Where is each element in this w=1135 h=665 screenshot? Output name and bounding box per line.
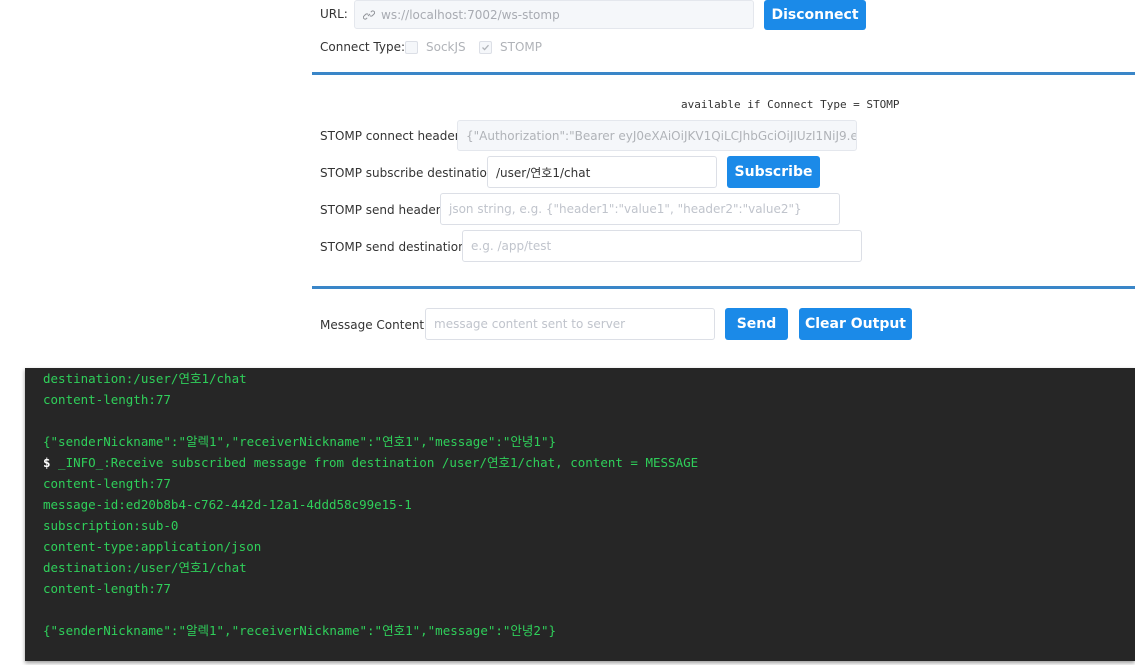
console-line: content-type:application/json: [43, 539, 262, 554]
stomp-checkbox[interactable]: [479, 41, 492, 54]
clear-output-button[interactable]: Clear Output: [799, 308, 912, 340]
sockjs-checkbox[interactable]: [405, 41, 418, 54]
disconnect-button[interactable]: Disconnect: [764, 0, 866, 30]
subscribe-button[interactable]: Subscribe: [727, 156, 820, 188]
console-line: content-length:77: [43, 476, 171, 491]
url-label: URL:: [320, 7, 348, 21]
link-icon: [363, 9, 375, 21]
stomp-availability-note: available if Connect Type = STOMP: [681, 98, 900, 111]
send-button[interactable]: Send: [725, 308, 788, 340]
console-line: {"senderNickname":"알렉1","receiverNicknam…: [43, 434, 557, 449]
console-line: {"senderNickname":"알렉1","receiverNicknam…: [43, 623, 557, 638]
stomp-send-destination-label: STOMP send destination:: [320, 240, 470, 254]
stomp-subscribe-destination-label: STOMP subscribe destination:: [320, 166, 499, 180]
url-input[interactable]: ws://localhost:7002/ws-stomp: [354, 0, 754, 29]
section-divider: [312, 72, 1135, 75]
url-value: ws://localhost:7002/ws-stomp: [381, 7, 560, 22]
console-line: subscription:sub-0: [43, 518, 179, 533]
console-line: content-length:77: [43, 392, 171, 407]
stomp-connect-header-value: {"Authorization":"Bearer eyJ0eXAiOiJKV1Q…: [466, 128, 857, 143]
stomp-send-header-input[interactable]: json string, e.g. {"header1":"value1", "…: [440, 193, 840, 225]
console-line: destination:/user/연호1/chat: [43, 560, 247, 575]
stomp-send-header-label: STOMP send header:: [320, 203, 445, 217]
message-content-label: Message Content:: [320, 318, 429, 332]
message-content-placeholder: message content sent to server: [434, 317, 626, 331]
stomp-send-header-placeholder: json string, e.g. {"header1":"value1", "…: [449, 202, 802, 216]
stomp-send-destination-input[interactable]: e.g. /app/test: [462, 230, 862, 262]
check-icon: [482, 44, 489, 51]
console-line: message-id:ed20b8b4-c762-442d-12a1-4ddd5…: [43, 497, 412, 512]
stomp-subscribe-destination-value: /user/연호1/chat: [496, 165, 591, 180]
sockjs-label: SockJS: [426, 40, 466, 54]
section-divider: [312, 286, 1135, 289]
connect-type-label: Connect Type:: [320, 40, 406, 54]
console-line: content-length:77: [43, 581, 171, 596]
console-line: destination:/user/연호1/chat: [43, 371, 247, 386]
console-line-text: _INFO_:Receive subscribed message from d…: [50, 455, 699, 470]
stomp-subscribe-destination-input[interactable]: /user/연호1/chat: [487, 156, 717, 188]
message-content-input[interactable]: message content sent to server: [425, 308, 715, 340]
stomp-label: STOMP: [500, 40, 542, 54]
stomp-connect-header-input[interactable]: {"Authorization":"Bearer eyJ0eXAiOiJKV1Q…: [457, 120, 857, 151]
console-line: $ _INFO_:Receive subscribed message from…: [43, 452, 698, 473]
output-console[interactable]: destination:/user/연호1/chat content-lengt…: [25, 368, 1135, 661]
stomp-send-destination-placeholder: e.g. /app/test: [471, 239, 552, 253]
stomp-connect-header-label: STOMP connect header:: [320, 129, 464, 143]
console-prompt: $: [43, 455, 51, 470]
